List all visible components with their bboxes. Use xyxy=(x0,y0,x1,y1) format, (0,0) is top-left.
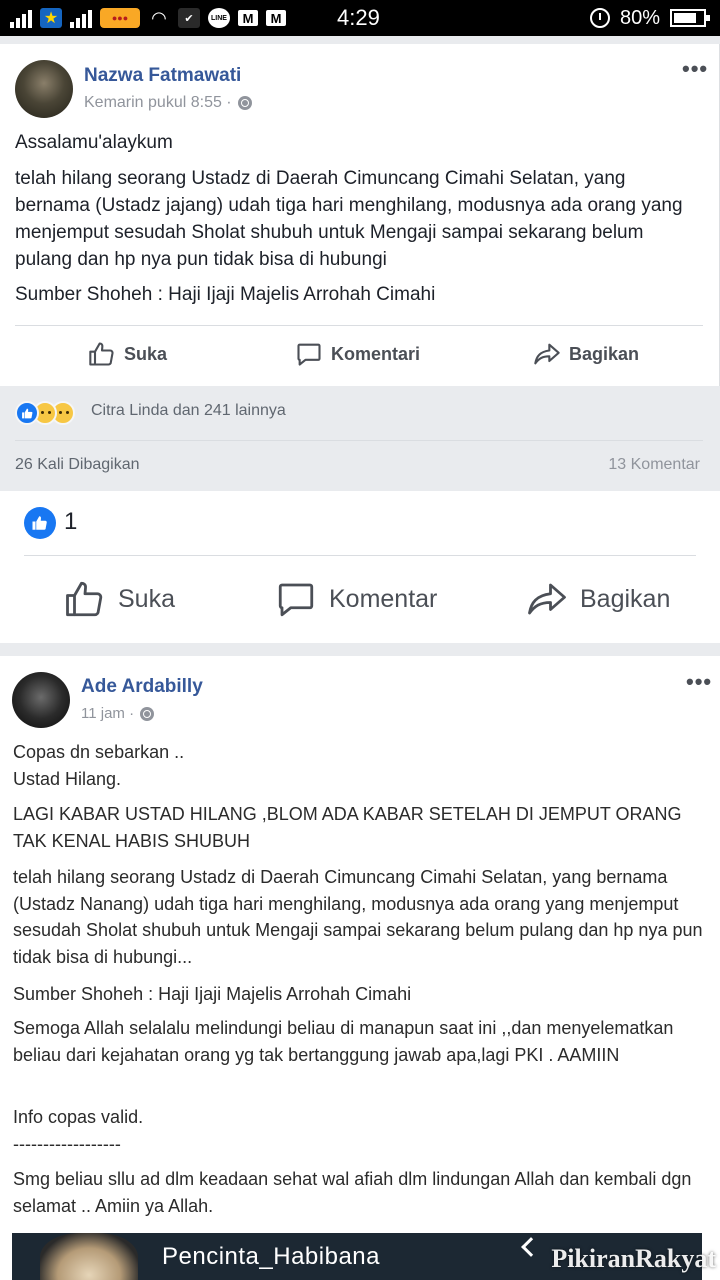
portrait-image xyxy=(40,1233,138,1280)
feed-separator xyxy=(0,643,720,656)
like-count[interactable]: 1 xyxy=(64,508,77,536)
post-paragraph: Info copas valid. ------------------ xyxy=(13,1107,144,1154)
post-greeting: Assalamu'alaykum xyxy=(15,132,173,153)
reactions-summary[interactable]: Citra Linda dan 241 lainnya xyxy=(91,402,286,420)
like-reaction-icon xyxy=(15,401,39,425)
watermark: PikiranRakyat xyxy=(551,1244,716,1273)
comment-count[interactable]: 13 Komentar xyxy=(608,456,700,474)
comment-button[interactable]: Komentar xyxy=(275,578,437,620)
avatar[interactable] xyxy=(12,672,70,728)
star-app-icon: ★ xyxy=(40,8,62,28)
checkmark-icon: ✔ xyxy=(178,8,200,28)
like-label: Suka xyxy=(124,343,168,364)
comment-label: Komentari xyxy=(331,343,421,364)
like-count-icon xyxy=(24,507,56,539)
mail-icon: M xyxy=(266,10,286,26)
divider xyxy=(15,325,703,326)
post-source: Sumber Shoheh : Haji Ijaji Majelis Arroh… xyxy=(15,284,436,305)
alarm-icon xyxy=(589,8,610,28)
globe-icon xyxy=(140,706,155,721)
mail-icon: M xyxy=(238,10,258,26)
share-button[interactable]: Bagikan xyxy=(533,340,639,368)
battery-percent: 80% xyxy=(619,6,660,29)
battery-icon xyxy=(670,9,710,27)
post-paragraph: Smg beliau sllu ad dlm keadaan sehat wal… xyxy=(13,1169,692,1216)
share-label: Bagikan xyxy=(580,584,671,613)
post-timestamp[interactable]: 11 jam · xyxy=(81,705,155,722)
divider xyxy=(24,555,696,556)
feed-background xyxy=(0,36,720,44)
comment-icon xyxy=(278,583,314,617)
avatar[interactable] xyxy=(15,60,73,118)
post-timestamp[interactable]: Kemarin pukul 8:55 · xyxy=(84,94,252,112)
post-paragraph: LAGI KABAR USTAD HILANG ,BLOM ADA KABAR … xyxy=(13,804,682,851)
clock: 4:29 xyxy=(337,5,380,30)
thumbs-up-icon xyxy=(66,581,103,617)
post-paragraph: Copas dn sebarkan .. Ustad Hilang. xyxy=(13,742,185,789)
share-label: Bagikan xyxy=(569,343,640,364)
comment-label: Komentar xyxy=(329,584,438,613)
status-icons-left: ★ ●●● ◠ ✔ LINE M M xyxy=(10,6,286,30)
share-arrow-icon xyxy=(528,583,566,615)
like-button[interactable]: Suka xyxy=(88,340,167,368)
more-options-icon[interactable]: ••• xyxy=(682,58,708,80)
divider xyxy=(15,440,703,441)
globe-icon xyxy=(237,96,252,110)
signal-icon xyxy=(10,8,32,28)
banner-text: Pencinta_Habibana xyxy=(162,1243,380,1270)
status-icons-right: 80% xyxy=(589,6,710,30)
post-paragraph: Sumber Shoheh : Haji Ijaji Majelis Arroh… xyxy=(13,984,412,1004)
post-author[interactable]: Ade Ardabilly xyxy=(81,676,203,698)
share-count[interactable]: 26 Kali Dibagikan xyxy=(15,456,140,474)
thumbs-up-icon xyxy=(89,342,114,366)
post-author[interactable]: Nazwa Fatmawati xyxy=(84,65,241,87)
more-options-icon[interactable]: ••• xyxy=(686,671,712,693)
promo-tag-icon: ●●● xyxy=(100,8,140,28)
like-button[interactable]: Suka xyxy=(64,578,175,620)
comment-icon xyxy=(297,343,321,366)
reaction-icons[interactable] xyxy=(15,400,75,426)
post-time-text: 11 jam · xyxy=(81,705,135,722)
post-paragraph: Semoga Allah selalalu melindungi beliau … xyxy=(13,1018,674,1065)
post-body: telah hilang seorang Ustadz di Daerah Ci… xyxy=(15,168,683,270)
post-time-text: Kemarin pukul 8:55 · xyxy=(84,94,232,111)
post-paragraph: telah hilang seorang Ustadz di Daerah Ci… xyxy=(13,867,703,967)
share-button[interactable]: Bagikan xyxy=(526,578,670,620)
share-arrow-icon xyxy=(534,343,560,365)
signal-icon xyxy=(70,8,92,28)
wifi-icon: ◠ xyxy=(151,7,167,28)
status-bar: ★ ●●● ◠ ✔ LINE M M 4:29 80% xyxy=(0,0,720,36)
comment-button[interactable]: Komentari xyxy=(295,340,420,368)
line-icon: LINE xyxy=(208,8,230,28)
like-label: Suka xyxy=(118,584,175,613)
